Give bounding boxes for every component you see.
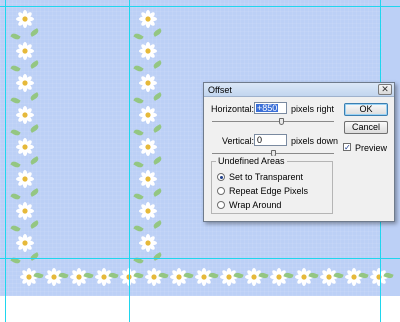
offset-dialog: Offset ✕ Horizontal: +850 pixels right V… <box>203 82 395 222</box>
repeat-edge-pixels-radio[interactable] <box>217 187 225 195</box>
set-to-transparent-label[interactable]: Set to Transparent <box>229 172 303 182</box>
daisy-flower-icon <box>139 234 157 252</box>
horizontal-unit-label: pixels right <box>291 104 335 114</box>
daisy-flower-icon <box>139 202 157 220</box>
vertical-unit-label: pixels down <box>291 136 339 146</box>
ok-button[interactable]: OK <box>344 103 388 116</box>
daisy-flower-icon <box>16 234 34 252</box>
daisy-flower-icon <box>16 74 34 92</box>
horizontal-slider-thumb[interactable] <box>279 118 284 125</box>
guide-vertical[interactable] <box>129 0 130 322</box>
radio-selected-dot <box>219 175 223 179</box>
guide-horizontal[interactable] <box>0 6 400 7</box>
daisy-flower-icon <box>139 42 157 60</box>
wrap-around-radio[interactable] <box>217 201 225 209</box>
daisy-flower-icon <box>139 10 157 28</box>
set-to-transparent-radio[interactable] <box>217 173 225 181</box>
daisy-flower-icon <box>139 138 157 156</box>
horizontal-slider-track[interactable] <box>212 121 334 122</box>
preview-checkbox[interactable]: ✓ <box>343 143 351 152</box>
daisy-flower-icon <box>16 202 34 220</box>
transparent-bottom-area <box>0 296 400 322</box>
vertical-offset-input[interactable]: 0 <box>254 134 287 146</box>
horizontal-label: Horizontal: <box>211 104 255 114</box>
vertical-label: Vertical: <box>222 136 255 146</box>
preview-label[interactable]: Preview <box>355 143 387 153</box>
daisy-flower-icon <box>139 74 157 92</box>
close-icon[interactable]: ✕ <box>378 84 392 95</box>
repeat-edge-pixels-label[interactable]: Repeat Edge Pixels <box>229 186 308 196</box>
wrap-around-label[interactable]: Wrap Around <box>229 200 281 210</box>
horizontal-offset-input[interactable]: +850 <box>254 102 287 114</box>
daisy-flower-icon <box>139 106 157 124</box>
undefined-areas-title: Undefined Areas <box>216 156 287 166</box>
daisy-flower-icon <box>16 138 34 156</box>
dialog-titlebar[interactable]: Offset ✕ <box>204 83 394 97</box>
guide-vertical[interactable] <box>5 0 6 322</box>
cancel-button[interactable]: Cancel <box>344 121 388 134</box>
daisy-flower-icon <box>16 10 34 28</box>
daisy-flower-icon <box>16 42 34 60</box>
daisy-flower-icon <box>139 170 157 188</box>
guide-horizontal[interactable] <box>0 258 400 259</box>
daisy-flower-icon <box>16 170 34 188</box>
daisy-flower-icon <box>16 106 34 124</box>
dialog-title: Offset <box>208 85 232 95</box>
horizontal-offset-value: +850 <box>256 103 279 113</box>
